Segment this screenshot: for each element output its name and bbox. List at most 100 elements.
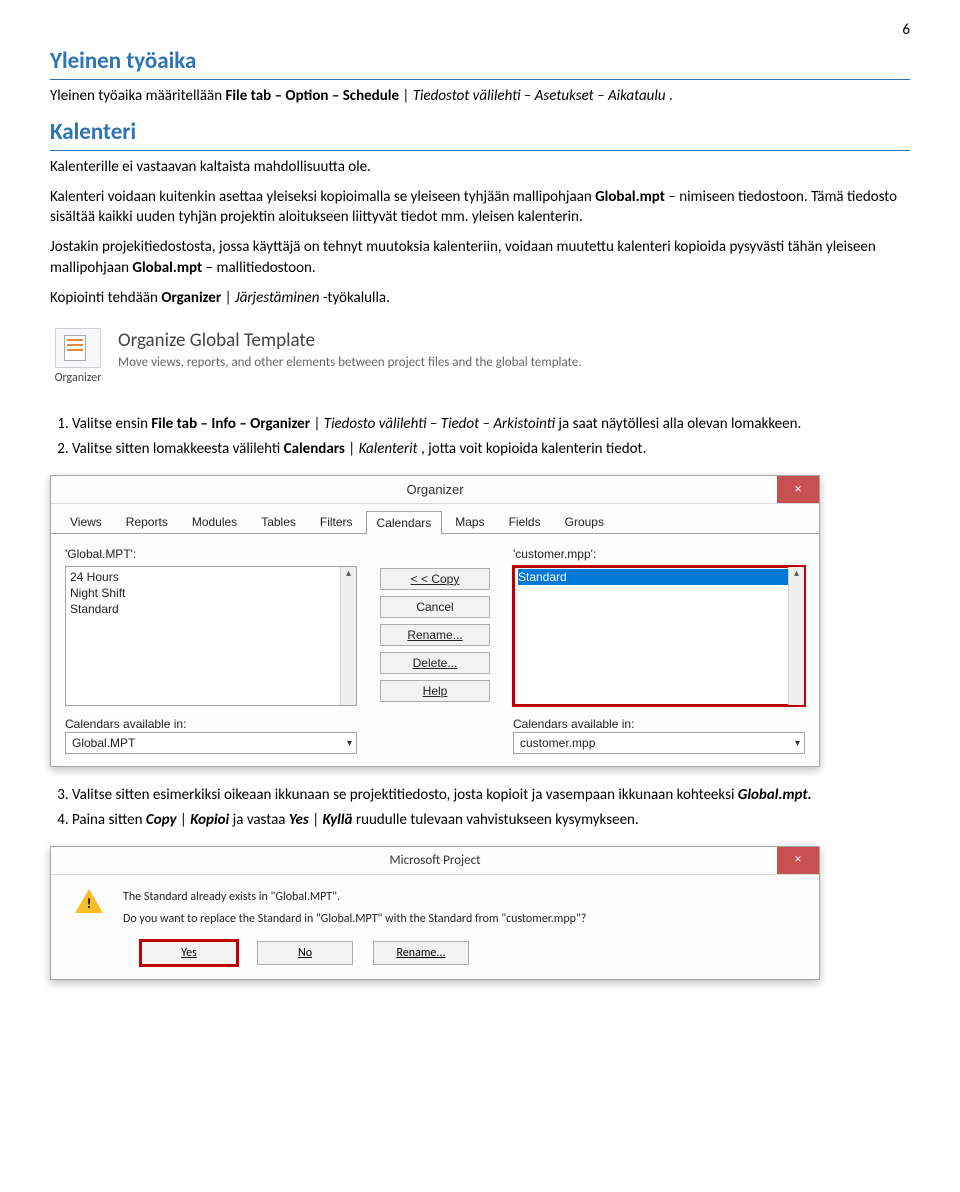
organizer-dialog: Organizer × Views Reports Modules Tables…	[50, 475, 820, 768]
scrollbar[interactable]	[340, 567, 356, 705]
confirm-body: ! The Standard already exists in "Global…	[51, 875, 819, 935]
list-item[interactable]: Standard	[70, 601, 352, 617]
list-item[interactable]: Night Shift	[70, 585, 352, 601]
scrollbar[interactable]	[788, 567, 804, 705]
step-3: Valitse sitten esimerkiksi oikeaan ikkun…	[72, 785, 910, 805]
tab-filters[interactable]: Filters	[309, 510, 364, 534]
ogt-title: Organize Global Template	[118, 328, 582, 354]
tab-maps[interactable]: Maps	[444, 510, 495, 534]
warning-icon: !	[75, 889, 103, 917]
organizer-ribbon-button[interactable]: Organizer	[50, 328, 106, 386]
paragraph-k3: Jostakin projekitiedostosta, jossa käytt…	[50, 237, 910, 278]
text-bold: File tab – Option – Schedule	[225, 87, 399, 105]
tab-reports[interactable]: Reports	[115, 510, 179, 534]
text-bold-italic: Yes	[289, 811, 309, 829]
text-bold-italic: Kopioi	[190, 811, 229, 829]
text: Valitse sitten lomakkeesta välilehti	[72, 440, 284, 458]
close-button[interactable]: ×	[777, 847, 819, 874]
text: |	[180, 811, 190, 829]
text-italic: Kalenterit	[359, 440, 418, 458]
text: ja saat näytöllesi alla olevan lomakkeen…	[558, 415, 801, 433]
text: Paina sitten	[72, 811, 146, 829]
tab-tables[interactable]: Tables	[250, 510, 307, 534]
text-bold-italic: Global.mpt.	[738, 786, 812, 804]
list-item-selected[interactable]: Standard	[518, 569, 800, 585]
text: -työkalulla.	[323, 289, 390, 307]
step-4: Paina sitten Copy | Kopioi ja vastaa Yes…	[72, 810, 910, 830]
text: |	[225, 289, 235, 307]
text: Yleinen työaika määritellään	[50, 87, 225, 105]
text-bold-italic: Copy	[146, 811, 177, 829]
step-2: Valitse sitten lomakkeesta välilehti Cal…	[72, 439, 910, 459]
avail-right-label: Calendars available in:	[513, 716, 805, 732]
text: |	[313, 415, 323, 433]
organizer-right-column: 'customer.mpp': Standard Calendars avail…	[513, 546, 805, 754]
text-bold: Calendars	[284, 440, 345, 458]
organize-global-template-block: Organizer Organize Global Template Move …	[50, 328, 910, 386]
text: ruudulle tulevaan vahvistukseen kysymyks…	[356, 811, 639, 829]
list-item[interactable]: 24 Hours	[70, 569, 352, 585]
confirm-button-row: Yes No Rename...	[51, 935, 819, 979]
text-bold-italic: Kyllä	[323, 811, 353, 829]
tab-calendars[interactable]: Calendars	[366, 511, 443, 535]
heading-kalenteri: Kalenteri	[50, 117, 910, 151]
close-icon: ×	[794, 475, 802, 503]
confirm-line-2: Do you want to replace the Standard in "…	[123, 911, 586, 927]
text: |	[312, 811, 322, 829]
text-bold: File tab – Info – Organizer	[151, 415, 310, 433]
text: |	[402, 87, 412, 105]
paragraph-k1: Kalenterille ei vastaavan kaltaista mahd…	[50, 157, 910, 177]
text: – mallitiedostoon.	[206, 259, 316, 277]
copy-button[interactable]: < < Copy	[380, 568, 490, 590]
text: Valitse sitten esimerkiksi oikeaan ikkun…	[72, 786, 738, 804]
text: , jotta voit kopioida kalenterin tiedot.	[421, 440, 646, 458]
organizer-icon-label: Organizer	[50, 370, 106, 386]
confirm-title-text: Microsoft Project	[390, 853, 481, 868]
paragraph-k2: Kalenteri voidaan kuitenkin asettaa ylei…	[50, 187, 910, 228]
avail-right-select[interactable]: customer.mpp ▾	[513, 732, 805, 754]
dialog-title: Organizer ×	[51, 476, 819, 504]
avail-left-select[interactable]: Global.MPT ▾	[65, 732, 357, 754]
tab-fields[interactable]: Fields	[498, 510, 552, 534]
organizer-icon	[55, 328, 101, 368]
yes-button[interactable]: Yes	[141, 941, 237, 965]
tab-groups[interactable]: Groups	[554, 510, 615, 534]
select-value: Global.MPT	[72, 735, 135, 751]
confirm-title: Microsoft Project ×	[51, 847, 819, 875]
delete-button[interactable]: Delete...	[380, 652, 490, 674]
rename-button[interactable]: Rename...	[373, 941, 469, 965]
confirm-line-1: The Standard already exists in "Global.M…	[123, 889, 586, 905]
close-icon: ×	[795, 846, 801, 874]
select-value: customer.mpp	[520, 735, 595, 751]
no-button[interactable]: No	[257, 941, 353, 965]
text-italic: Tiedosto välilehti – Tiedot – Arkistoint…	[324, 415, 555, 433]
left-list-label: 'Global.MPT':	[65, 546, 357, 562]
help-button[interactable]: Help	[380, 680, 490, 702]
text-bold: Global.mpt	[132, 259, 202, 277]
step-1: Valitse ensin File tab – Info – Organize…	[72, 414, 910, 434]
left-listbox[interactable]: 24 Hours Night Shift Standard	[65, 566, 357, 706]
paragraph-k4: Kopiointi tehdään Organizer | Järjestämi…	[50, 288, 910, 308]
text-bold: Global.mpt	[595, 188, 665, 206]
organizer-left-column: 'Global.MPT': 24 Hours Night Shift Stand…	[65, 546, 357, 754]
heading-yleinen-tyoaika: Yleinen työaika	[50, 46, 910, 80]
text: Calendars available in:	[65, 717, 186, 731]
tab-modules[interactable]: Modules	[181, 510, 248, 534]
chevron-down-icon: ▾	[795, 737, 800, 751]
tab-bar: Views Reports Modules Tables Filters Cal…	[51, 504, 819, 534]
chevron-down-icon: ▾	[347, 737, 352, 751]
right-list-label: 'customer.mpp':	[513, 546, 805, 562]
ogt-description: Move views, reports, and other elements …	[118, 354, 582, 372]
page-number: 6	[50, 20, 910, 40]
right-listbox[interactable]: Standard	[513, 566, 805, 706]
dialog-title-text: Organizer	[406, 482, 463, 497]
text-italic: Tiedostot välilehti – Asetukset – Aikata…	[413, 87, 666, 105]
organizer-buttons: < < Copy Cancel Rename... Delete... Help	[365, 546, 505, 754]
rename-button[interactable]: Rename...	[380, 624, 490, 646]
tab-views[interactable]: Views	[59, 510, 113, 534]
close-button[interactable]: ×	[777, 476, 819, 503]
text: Calendars available in:	[513, 717, 634, 731]
organizer-body: 'Global.MPT': 24 Hours Night Shift Stand…	[51, 533, 819, 766]
cancel-button[interactable]: Cancel	[380, 596, 490, 618]
text: Kopiointi tehdään	[50, 289, 161, 307]
